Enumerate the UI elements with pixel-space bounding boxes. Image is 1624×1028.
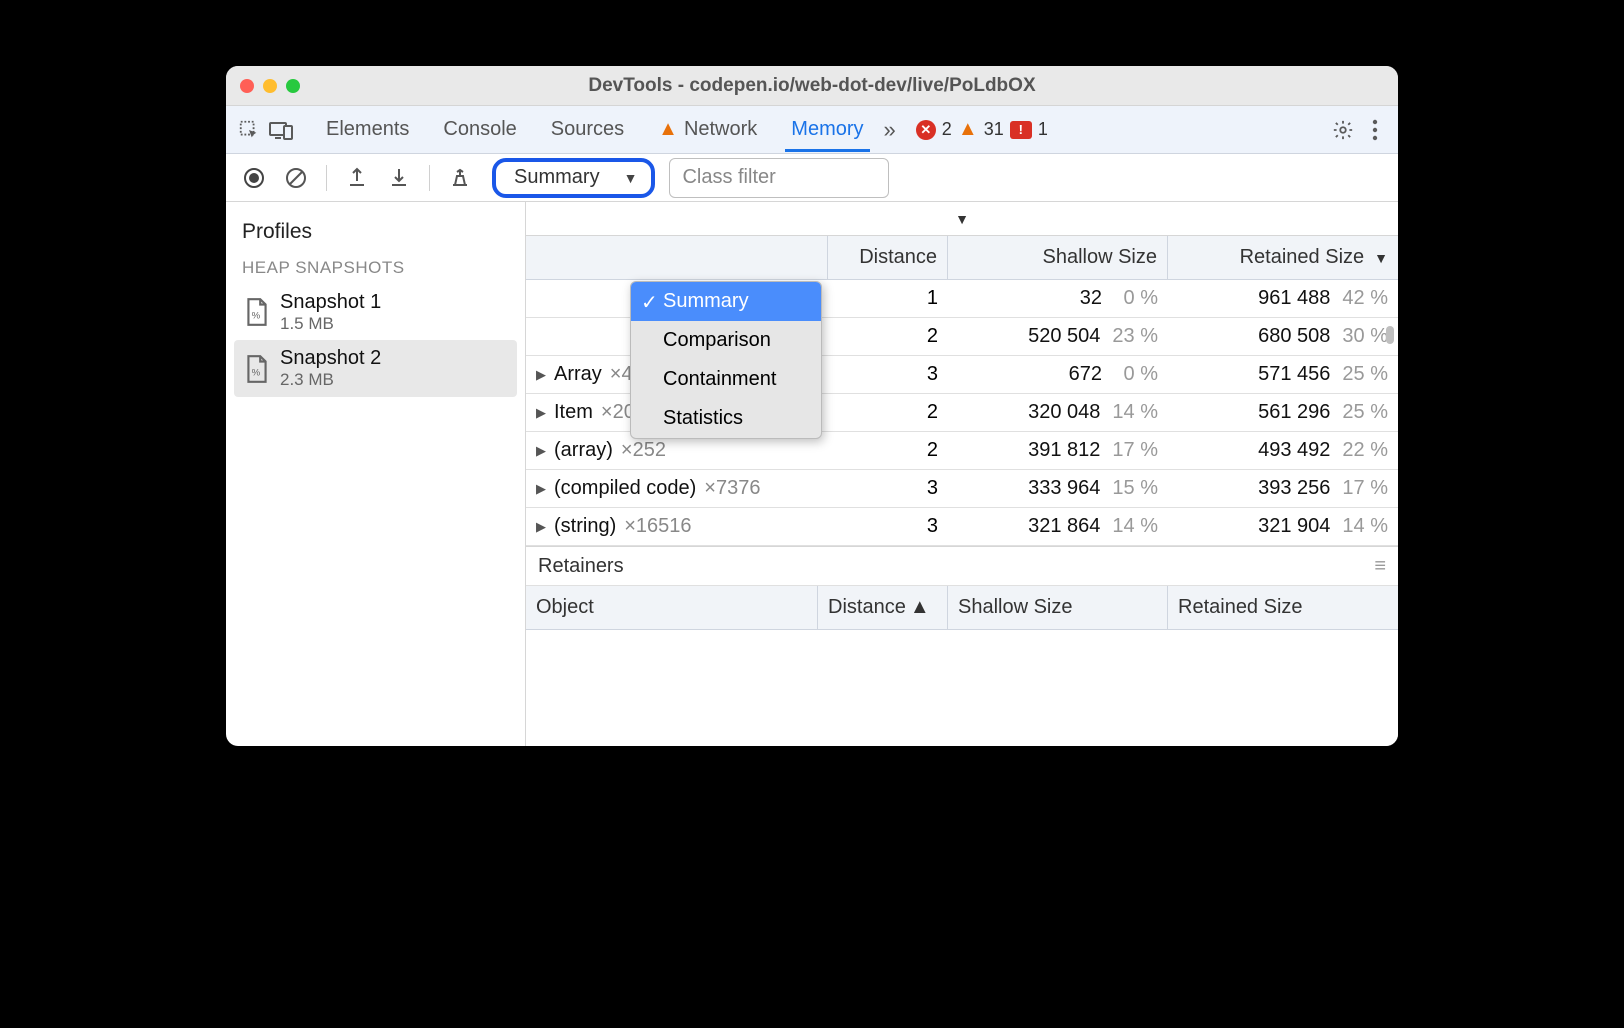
profiles-sidebar: Profiles HEAP SNAPSHOTS % Snapshot 1 1.5… — [226, 202, 526, 746]
col-shallow-size[interactable]: Shallow Size — [948, 586, 1168, 629]
tab-memory[interactable]: Memory — [789, 108, 865, 151]
separator — [429, 165, 430, 191]
class-filter-input[interactable]: Class filter — [669, 158, 889, 198]
warning-count: 31 — [984, 119, 1004, 140]
view-select[interactable]: Summary ▼ — [492, 158, 655, 198]
view-select-dropdown: Summary Comparison Containment Statistic… — [630, 281, 822, 439]
snapshot-item[interactable]: % Snapshot 1 1.5 MB — [234, 284, 517, 340]
error-count: 2 — [942, 119, 952, 140]
tab-network[interactable]: ▲Network — [656, 108, 759, 151]
col-retained-size[interactable]: Retained Size — [1168, 586, 1398, 629]
col-distance[interactable]: Distance — [828, 236, 948, 279]
expand-icon[interactable]: ▶ — [536, 443, 546, 459]
sort-desc-icon: ▼ — [1374, 250, 1388, 266]
snapshot-file-icon: % — [244, 354, 270, 384]
scrollbar-thumb[interactable] — [1386, 326, 1394, 344]
chevron-down-icon: ▼ — [624, 170, 638, 186]
dropdown-option-comparison[interactable]: Comparison — [631, 321, 821, 360]
error-badge-icon[interactable]: ✕ — [916, 120, 936, 140]
dropdown-option-statistics[interactable]: Statistics — [631, 399, 821, 438]
tab-elements[interactable]: Elements — [324, 108, 411, 151]
menu-icon[interactable]: ≡ — [1374, 555, 1386, 578]
import-icon[interactable] — [385, 164, 413, 192]
window-title: DevTools - codepen.io/web-dot-dev/live/P… — [226, 75, 1398, 97]
issues-count: 1 — [1038, 119, 1048, 140]
chevron-down-icon: ▼ — [955, 211, 969, 227]
retainers-header: Retainers ≡ — [526, 546, 1398, 586]
dropdown-option-containment[interactable]: Containment — [631, 360, 821, 399]
svg-text:%: % — [252, 367, 261, 378]
status-bar: ✕ 2 ▲ 31 ! 1 — [916, 119, 1048, 140]
table-header: Distance Shallow Size Retained Size ▼ — [526, 236, 1398, 280]
table-row[interactable]: ▶(compiled code)×7376 3 333 96415 % 393 … — [526, 470, 1398, 508]
warning-badge-icon[interactable]: ▲ — [958, 120, 978, 140]
expand-icon[interactable]: ▶ — [536, 481, 546, 497]
memory-toolbar: Summary ▼ Class filter — [226, 154, 1398, 202]
settings-icon[interactable] — [1330, 117, 1356, 143]
expand-icon[interactable]: ▶ — [536, 405, 546, 421]
snapshot-item[interactable]: % Snapshot 2 2.3 MB — [234, 340, 517, 396]
titlebar: DevTools - codepen.io/web-dot-dev/live/P… — [226, 66, 1398, 106]
warning-icon: ▲ — [658, 118, 678, 140]
profiles-heading: Profiles — [234, 214, 517, 258]
snapshot-name: Snapshot 2 — [280, 346, 381, 370]
expand-icon[interactable]: ▶ — [536, 367, 546, 383]
sort-asc-icon: ▲ — [910, 596, 930, 619]
issues-badge-icon[interactable]: ! — [1010, 121, 1032, 139]
retainers-columns: Object Distance ▲ Shallow Size Retained … — [526, 586, 1398, 630]
panel-tabs: Elements Console Sources ▲Network Memory — [324, 108, 866, 151]
record-icon[interactable] — [240, 164, 268, 192]
tab-overflow-icon[interactable]: » — [884, 117, 896, 143]
snapshot-size: 2.3 MB — [280, 370, 381, 390]
devtools-tabstrip: Elements Console Sources ▲Network Memory… — [226, 106, 1398, 154]
table-row[interactable]: ▶(string)×16516 3 321 86414 % 321 90414 … — [526, 508, 1398, 546]
snapshot-size: 1.5 MB — [280, 314, 381, 334]
export-icon[interactable] — [343, 164, 371, 192]
tab-console[interactable]: Console — [441, 108, 518, 151]
clear-icon[interactable] — [282, 164, 310, 192]
col-retained-size[interactable]: Retained Size ▼ — [1168, 236, 1398, 279]
retainers-title: Retainers — [538, 555, 624, 578]
more-icon[interactable] — [1362, 117, 1388, 143]
devtools-window: DevTools - codepen.io/web-dot-dev/live/P… — [226, 66, 1398, 746]
expand-icon[interactable]: ▶ — [536, 519, 546, 535]
dropdown-option-summary[interactable]: Summary — [631, 282, 821, 321]
col-distance[interactable]: Distance ▲ — [818, 586, 948, 629]
view-select-label: Summary — [514, 166, 600, 189]
tab-sources[interactable]: Sources — [549, 108, 626, 151]
svg-text:%: % — [252, 311, 261, 322]
separator — [326, 165, 327, 191]
snapshot-file-icon: % — [244, 297, 270, 327]
device-toggle-icon[interactable] — [268, 117, 294, 143]
retainers-empty — [526, 630, 1398, 746]
col-object[interactable]: Object — [526, 586, 818, 629]
filter-dropdown-row[interactable]: ▼ — [526, 202, 1398, 236]
snapshot-name: Snapshot 1 — [280, 290, 381, 314]
garbage-collect-icon[interactable] — [446, 164, 474, 192]
col-shallow-size[interactable]: Shallow Size — [948, 236, 1168, 279]
inspect-icon[interactable] — [236, 117, 262, 143]
col-constructor[interactable] — [526, 236, 828, 279]
section-heap-snapshots: HEAP SNAPSHOTS — [234, 258, 517, 284]
